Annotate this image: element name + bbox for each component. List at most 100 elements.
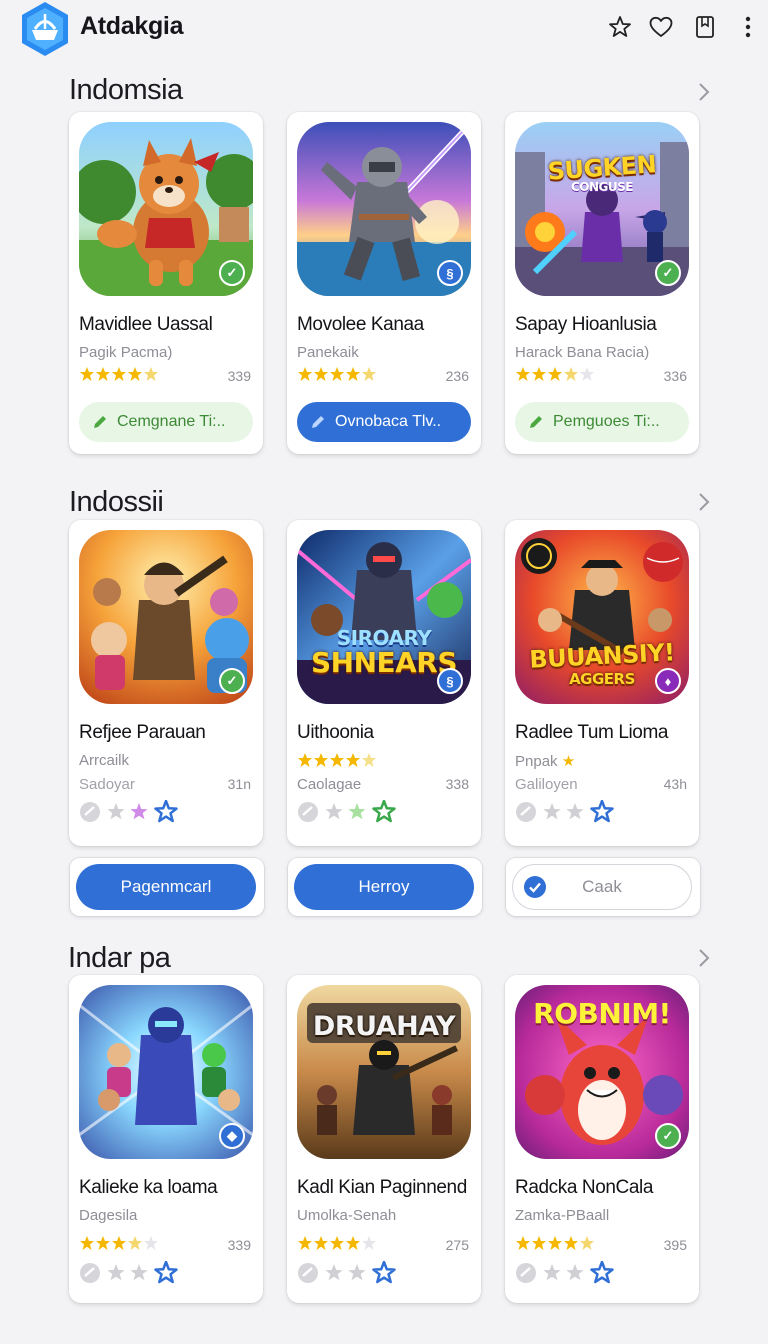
rating-stars	[515, 366, 595, 382]
app-card[interactable]: ◆ Kalieke ka loama Dagesila 339	[69, 975, 263, 1303]
rating-stars	[79, 1235, 159, 1251]
rating-stars	[79, 366, 159, 382]
section-title: Indar pa	[68, 942, 171, 974]
action-button[interactable]: Pagenmcarl	[76, 864, 256, 910]
app-title: Movolee Kanaa	[297, 314, 424, 335]
app-card[interactable]: SIROARY SHNEARS § Uithoonia Caolagae 338	[287, 520, 481, 846]
rating-count: 236	[445, 368, 469, 384]
app-artwork: §	[297, 122, 471, 296]
install-button[interactable]: Ovnobaca Tlv..	[297, 402, 471, 442]
app-developer: Umolka-Senah	[297, 1207, 397, 1224]
chevron-right-icon[interactable]	[694, 490, 714, 514]
section-title: Indossii	[69, 486, 164, 518]
badge-icon: ✓	[219, 668, 245, 694]
app-card[interactable]: ROBNIM! ✓ Radcka NonCala Zamka-PBaall 39…	[505, 975, 699, 1303]
badge-icon: ♦	[655, 668, 681, 694]
action-button-label: Caak	[582, 877, 622, 896]
app-title: Atdakgia	[80, 12, 184, 40]
install-button[interactable]: Pemguoes Ti:..	[515, 402, 689, 442]
badge-icon: ◆	[219, 1123, 245, 1149]
app-artwork: DRUAHAY	[297, 985, 471, 1159]
rating-stars	[297, 366, 377, 382]
app-card[interactable]: BUUANSIY! AGGERS ♦ Radlee Tum Lioma Pnpa…	[505, 520, 699, 846]
action-button[interactable]: Herroy	[294, 864, 474, 910]
app-title: Mavidlee Uassal	[79, 314, 213, 335]
action-container: Caak	[506, 858, 700, 916]
app-developer-text: Pnpak	[515, 753, 558, 770]
app-title: Uithoonia	[297, 722, 374, 743]
star-icon: ★	[561, 753, 576, 770]
install-button[interactable]: Cemgnane Ti:..	[79, 402, 253, 442]
app-card[interactable]: DRUAHAY Kadl Kian Paginnend Umolka-Senah…	[287, 975, 481, 1303]
app-category: Galiloyen	[515, 776, 578, 793]
action-button[interactable]: Caak	[512, 864, 692, 910]
badge-icon: ✓	[655, 1123, 681, 1149]
bookmark-icon[interactable]	[692, 14, 718, 40]
app-developer: Zamka-PBaall	[515, 1207, 610, 1224]
install-button-label: Cemgnane Ti:..	[117, 413, 226, 430]
top-app-bar: Atdakgia	[0, 0, 768, 58]
rating-count: 338	[445, 776, 469, 792]
badge-icon: §	[437, 260, 463, 286]
mini-icon-row	[297, 1260, 407, 1284]
art-logo-subtext: CONGUSE	[571, 180, 633, 194]
app-category: Sadoyar	[79, 776, 135, 793]
app-developer: Panekaik	[297, 344, 359, 361]
rating-count: 31n	[227, 776, 251, 792]
pencil-icon	[312, 416, 324, 428]
art-logo-text: DRUAHAY	[312, 1011, 456, 1042]
app-developer: Pnpak ★	[515, 752, 575, 770]
pencil-icon	[530, 416, 542, 428]
rating-count: 339	[227, 368, 251, 384]
app-card[interactable]: § Movolee Kanaa Panekaik 236 Ovnobaca Tl…	[287, 112, 481, 454]
app-artwork: BUUANSIY! AGGERS ♦	[515, 530, 689, 704]
app-title: Radlee Tum Lioma	[515, 722, 669, 743]
rating-count: 336	[663, 368, 687, 384]
install-button-label: Pemguoes Ti:..	[553, 413, 660, 430]
app-artwork: ROBNIM! ✓	[515, 985, 689, 1159]
app-developer: Harack Bana Racia)	[515, 344, 650, 361]
rating-count: 339	[227, 1237, 251, 1253]
app-card[interactable]: ✓ Refjee Parauan Arrcailk Sadoyar 31n	[69, 520, 263, 846]
app-artwork: ✓	[79, 530, 253, 704]
mini-icon-row	[79, 1260, 189, 1284]
app-logo-icon	[18, 0, 72, 58]
app-title: Refjee Parauan	[79, 722, 206, 743]
app-title: Radcka NonCala	[515, 1177, 654, 1198]
mini-icon-row	[515, 1260, 625, 1284]
app-artwork: ✓	[79, 122, 253, 296]
action-container: Pagenmcarl	[70, 858, 264, 916]
star-icon[interactable]	[607, 14, 633, 40]
badge-icon: ✓	[219, 260, 245, 286]
app-developer: Pagik Pacma)	[79, 344, 173, 361]
mini-icon-row	[515, 799, 625, 823]
rating-stars	[515, 1235, 595, 1251]
rating-count: 43h	[663, 776, 687, 792]
badge-icon: ✓	[655, 260, 681, 286]
rating-stars	[297, 752, 377, 768]
app-card[interactable]: SUGKEN CONGUSE ✓ Sapay Hioanlusia Harack…	[505, 112, 699, 454]
rating-count: 395	[663, 1237, 687, 1253]
more-vertical-icon[interactable]	[737, 14, 759, 40]
mini-icon-row	[297, 799, 407, 823]
chevron-right-icon[interactable]	[694, 946, 714, 970]
app-artwork: SUGKEN CONGUSE ✓	[515, 122, 689, 296]
rating-stars	[297, 1235, 377, 1251]
app-developer: Dagesila	[79, 1207, 138, 1224]
check-circle-icon	[524, 876, 546, 898]
app-title: Sapay Hioanlusia	[515, 314, 657, 335]
app-card[interactable]: ✓ Mavidlee Uassal Pagik Pacma) 339 Cemgn…	[69, 112, 263, 454]
rating-count: 275	[445, 1237, 469, 1253]
app-artwork: SIROARY SHNEARS §	[297, 530, 471, 704]
chevron-right-icon[interactable]	[694, 80, 714, 104]
app-artwork: ◆	[79, 985, 253, 1159]
art-logo-text: ROBNIM!	[533, 997, 671, 1030]
heart-icon[interactable]	[648, 14, 674, 40]
badge-icon: §	[437, 668, 463, 694]
app-category: Caolagae	[297, 776, 362, 793]
app-developer: Arrcailk	[79, 752, 130, 769]
app-title: Kadl Kian Paginnend	[297, 1177, 467, 1198]
action-container: Herroy	[288, 858, 482, 916]
install-button-label: Ovnobaca Tlv..	[335, 413, 442, 430]
pencil-icon	[94, 416, 106, 428]
